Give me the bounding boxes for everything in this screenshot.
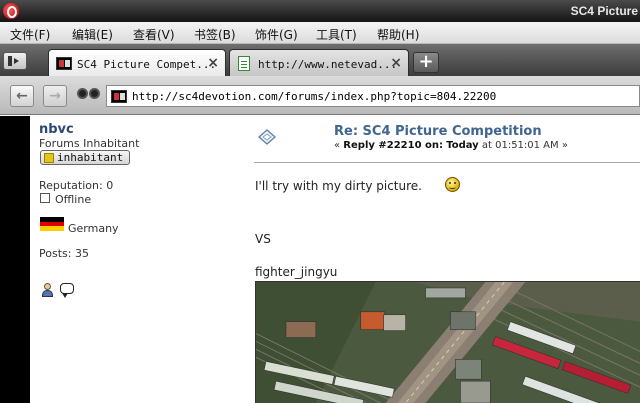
forward-button[interactable]: → — [43, 85, 67, 107]
post-meta: « Reply #22210 on: Today at 01:51:01 AM … — [334, 140, 568, 151]
menu-help[interactable]: 帮助(H) — [377, 26, 419, 43]
poster-username[interactable]: nbvc — [39, 122, 74, 137]
post-body: Re: SC4 Picture Competition « Reply #222… — [242, 116, 640, 403]
tab-bar: SC4 Picture Compet... × http://www.netev… — [0, 44, 640, 76]
smiley-icon — [445, 177, 460, 192]
menu-file[interactable]: 文件(F) — [10, 26, 50, 43]
window-title: SC4 Picture — [570, 4, 638, 18]
rank-badge: inhabitant — [40, 150, 130, 165]
rank-star-icon — [44, 153, 54, 163]
tab-sc4-picture[interactable]: SC4 Picture Compet... × — [48, 49, 226, 76]
url-text[interactable]: http://sc4devotion.com/forums/index.php?… — [132, 90, 496, 103]
new-tab-button[interactable]: + — [413, 52, 439, 73]
poster-status: Offline — [55, 193, 92, 206]
page-icon — [238, 56, 250, 71]
rank-badge-label: inhabitant — [57, 151, 124, 164]
poster-country: Germany — [68, 222, 119, 235]
menu-view[interactable]: 查看(V) — [133, 26, 175, 43]
back-button[interactable]: ← — [10, 85, 34, 107]
sc4-logo-icon — [56, 57, 72, 70]
poster-group: Forums Inhabitant — [39, 137, 140, 150]
page-left-border — [0, 116, 30, 403]
sc4-logo-icon — [111, 90, 127, 103]
menu-edit[interactable]: 编辑(E) — [72, 26, 113, 43]
tab-label: http://www.netevad... — [258, 58, 398, 71]
post-title-link[interactable]: Re: SC4 Picture Competition — [334, 124, 542, 139]
poster-post-count: Posts: 35 — [39, 247, 89, 260]
menu-tools[interactable]: 工具(T) — [316, 26, 357, 43]
opera-logo-icon[interactable] — [3, 3, 19, 19]
image-caption: fighter_jingyu — [255, 265, 338, 279]
turbo-binoculars-icon[interactable] — [77, 88, 101, 104]
offline-status-icon — [40, 193, 50, 203]
meta-time: at 01:51:01 AM » — [478, 140, 568, 151]
city-screenshot-image[interactable] — [255, 281, 640, 403]
post-divider — [254, 162, 640, 163]
view-profile-icon[interactable] — [40, 282, 56, 298]
tab-netevad[interactable]: http://www.netevad... × — [229, 49, 409, 76]
post-xp-icon — [258, 129, 276, 145]
poster-reputation: Reputation: 0 — [39, 179, 114, 192]
send-message-icon[interactable] — [59, 282, 75, 298]
poster-profile: nbvc Forums Inhabitant inhabitant Reputa… — [30, 116, 242, 403]
germany-flag-icon — [40, 217, 64, 231]
navigation-bar: ← → http://sc4devotion.com/forums/index.… — [0, 76, 640, 115]
meta-day: Today — [446, 140, 479, 151]
post-text-line: I'll try with my dirty picture. — [255, 179, 422, 193]
close-icon[interactable]: × — [390, 55, 402, 71]
menu-bookmarks[interactable]: 书签(B) — [194, 26, 236, 43]
close-icon[interactable]: × — [207, 55, 219, 71]
tab-label: SC4 Picture Compet... — [77, 58, 217, 71]
title-bar: SC4 Picture — [0, 0, 640, 22]
menu-bar: 文件(F) 编辑(E) 查看(V) 书签(B) 饰件(G) 工具(T) 帮助(H… — [0, 22, 640, 44]
menu-widgets[interactable]: 饰件(G) — [255, 26, 298, 43]
post-text-vs: VS — [255, 232, 271, 246]
address-field[interactable]: http://sc4devotion.com/forums/index.php?… — [106, 85, 640, 107]
meta-reply: Reply #22210 on: — [343, 140, 444, 151]
meta-prefix: « — [334, 140, 344, 151]
panel-toggle-icon[interactable] — [3, 52, 27, 70]
